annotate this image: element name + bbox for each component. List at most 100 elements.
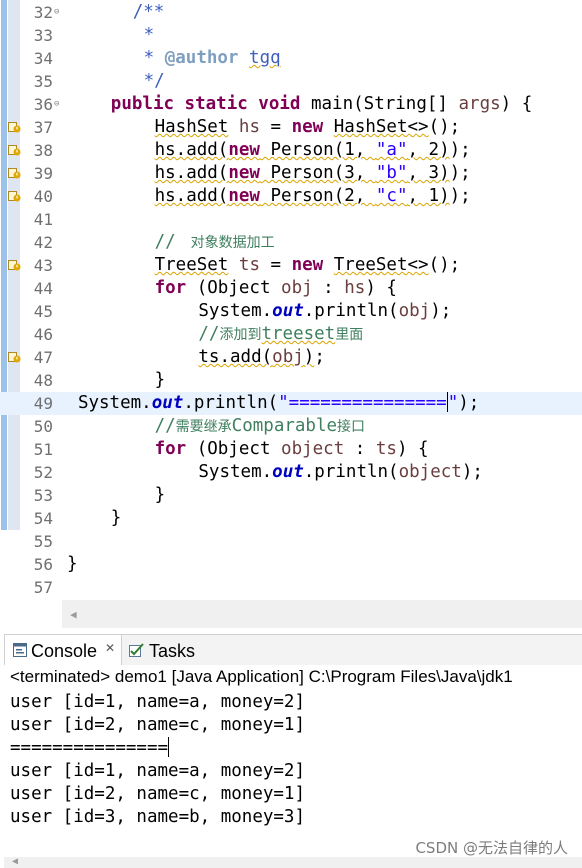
code-token: = [259,255,292,275]
code-line[interactable]: 40 hs.add(new Person(2, "c", 1)); [0,185,582,208]
line-number: 34 [33,49,53,68]
code-line[interactable]: 45 System.out.println(obj); [0,300,582,323]
code-token: ts [238,255,260,275]
code-text: /** [133,1,165,24]
code-token: ) { [500,94,533,114]
line-number: 57 [33,578,53,597]
code-text: System.out.println("==============="); [78,392,479,415]
code-line[interactable]: 54} [0,507,582,530]
code-line[interactable]: 39 hs.add(new Person(3, "b", 3)); [0,162,582,185]
code-token: ); [430,301,452,321]
code-token: hs.add( [154,186,229,206]
code-line[interactable]: 47 ts.add(obj); [0,346,582,369]
code-text: //需要继承Comparable接口 [155,415,365,439]
code-line[interactable]: 38 hs.add(new Person(1, "a", 2)); [0,139,582,162]
code-text: hs.add(new Person(2, "c", 1)); [155,185,471,208]
fold-collapse-icon[interactable]: ⊖ [54,7,59,17]
code-token: public static void [110,94,301,114]
code-token: object [398,462,462,482]
console-horizontal-scrollbar[interactable]: ◀ [4,856,582,868]
code-token: (); [428,255,461,275]
code-token: * [143,48,165,68]
code-line[interactable]: 50 //需要继承Comparable接口 [0,415,582,438]
fold-collapse-icon[interactable]: ⊖ [54,99,59,109]
code-text: for (Object object : ts) { [155,438,429,461]
console-output[interactable]: user [id=1, name=a, money=2] user [id=2, … [10,691,305,829]
code-token: "a" [375,140,408,160]
code-token: } [110,508,122,528]
code-token: , 2) [407,140,450,160]
code-token: ts.add( [198,347,273,367]
code-token: out [151,393,184,413]
editor-horizontal-scrollbar[interactable]: ◀ [62,600,582,628]
code-text: // 对象数据加工 [155,231,275,255]
code-text: hs.add(new Person(3, "b", 3)); [155,162,471,185]
code-token: new [291,255,324,275]
code-editor[interactable]: 32 ⊖/** 33 * 34 * @author tgq 35 */36 ⊖ public st… [0,0,582,628]
close-icon[interactable]: ✕ [105,632,115,664]
line-number: 55 [33,532,53,551]
code-line[interactable]: 35 */ [0,70,582,93]
code-token: object [281,439,345,459]
scroll-left-icon[interactable]: ◀ [70,608,77,621]
code-token: : [344,439,376,459]
code-token: 添加到 [219,327,262,343]
code-text: } [155,484,166,507]
line-number: 46 [33,325,53,344]
line-number: 51 [33,440,53,459]
code-line[interactable]: 56} [0,553,582,576]
code-line[interactable]: 41 [0,208,582,231]
code-token: obj [281,278,313,298]
code-token: System. [77,393,152,413]
code-token: 需要继承 [175,419,232,435]
code-text: * @author tgq [144,47,281,70]
code-token: // [154,416,176,436]
code-token: TreeSet<> [333,255,429,275]
code-token: (Object [186,278,282,298]
code-line[interactable]: 51 for (Object object : ts) { [0,438,582,461]
code-line[interactable]: 49 System.out.println("==============="); [0,392,582,415]
code-line[interactable]: 57 [0,576,582,599]
code-line[interactable]: 34 * @author tgq [0,47,582,70]
code-line[interactable]: 48} [0,369,582,392]
code-text: */ [144,70,165,93]
code-line[interactable]: 42 // 对象数据加工 [0,231,582,254]
code-token: new [228,186,260,206]
code-token: ) { [396,439,429,459]
code-token: ); [449,163,471,183]
code-token: .println( [303,301,399,321]
line-number: 49 [33,394,53,413]
code-token: Person(1, [259,140,376,160]
code-line[interactable]: 33 * [0,24,582,47]
scroll-left-icon[interactable]: ◀ [12,856,18,867]
code-token: "c" [375,186,408,206]
code-line[interactable]: 52 System.out.println(object); [0,461,582,484]
console-output-line: user [id=2, name=c, money=1] [10,784,306,804]
code-token: new [228,140,260,160]
code-line[interactable]: 32 ⊖ /** [0,1,582,24]
console-output-line: user [id=2, name=c, money=1] [10,715,306,735]
code-line[interactable]: 36 ⊖ public static void main(String[] args… [0,93,582,116]
code-text: for (Object obj : hs) { [155,277,397,300]
code-token: for [154,439,187,459]
code-token: hs [238,117,260,137]
code-line[interactable]: 37 HashSet hs = new HashSet<>(); [0,116,582,139]
line-number: 42 [33,233,53,252]
tab-tasks[interactable]: Tasks [127,635,207,665]
code-text: public static void main(String[] args) { [111,93,532,116]
tab-console[interactable]: Console ✕ [5,635,122,665]
code-line[interactable]: 53} [0,484,582,507]
code-line[interactable]: 46 //添加到treeset里面 [0,323,582,346]
code-line[interactable]: 44 for (Object obj : hs) { [0,277,582,300]
code-token: " [447,393,459,413]
code-token: ts [375,439,397,459]
code-line[interactable]: 43 TreeSet ts = new TreeSet<>(); [0,254,582,277]
code-line[interactable]: 55 [0,530,582,553]
code-token: "b" [375,163,408,183]
code-token: out [272,462,304,482]
code-token: Person(2, [259,186,376,206]
